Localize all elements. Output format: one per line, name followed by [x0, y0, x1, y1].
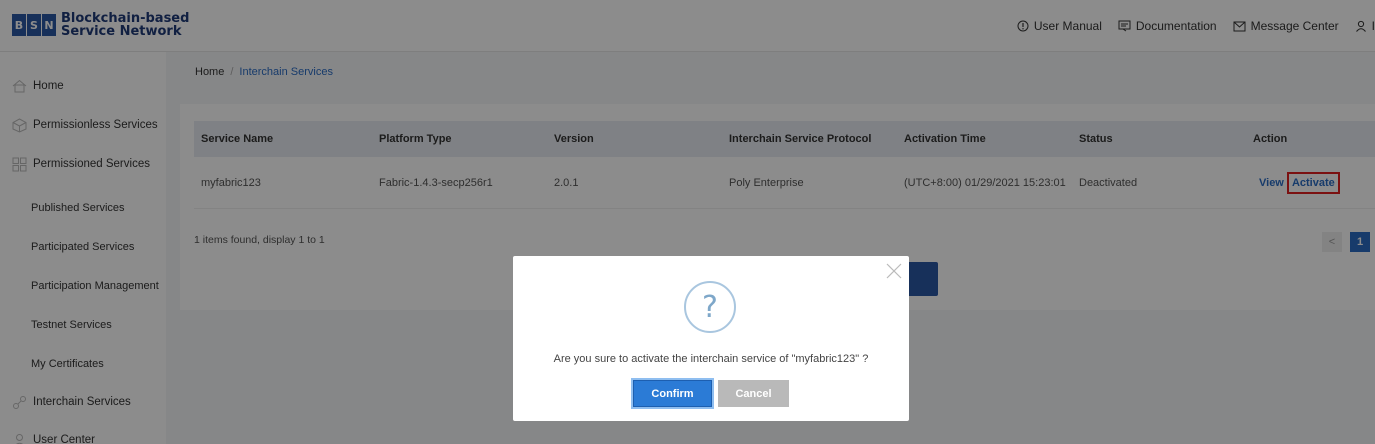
question-icon: ? [684, 281, 736, 333]
close-icon[interactable] [885, 262, 903, 280]
confirm-dialog: ? Are you sure to activate the interchai… [513, 256, 909, 421]
dialog-message: Are you sure to activate the interchain … [553, 353, 869, 365]
confirm-button[interactable]: Confirm [633, 380, 712, 407]
cancel-button[interactable]: Cancel [718, 380, 789, 407]
